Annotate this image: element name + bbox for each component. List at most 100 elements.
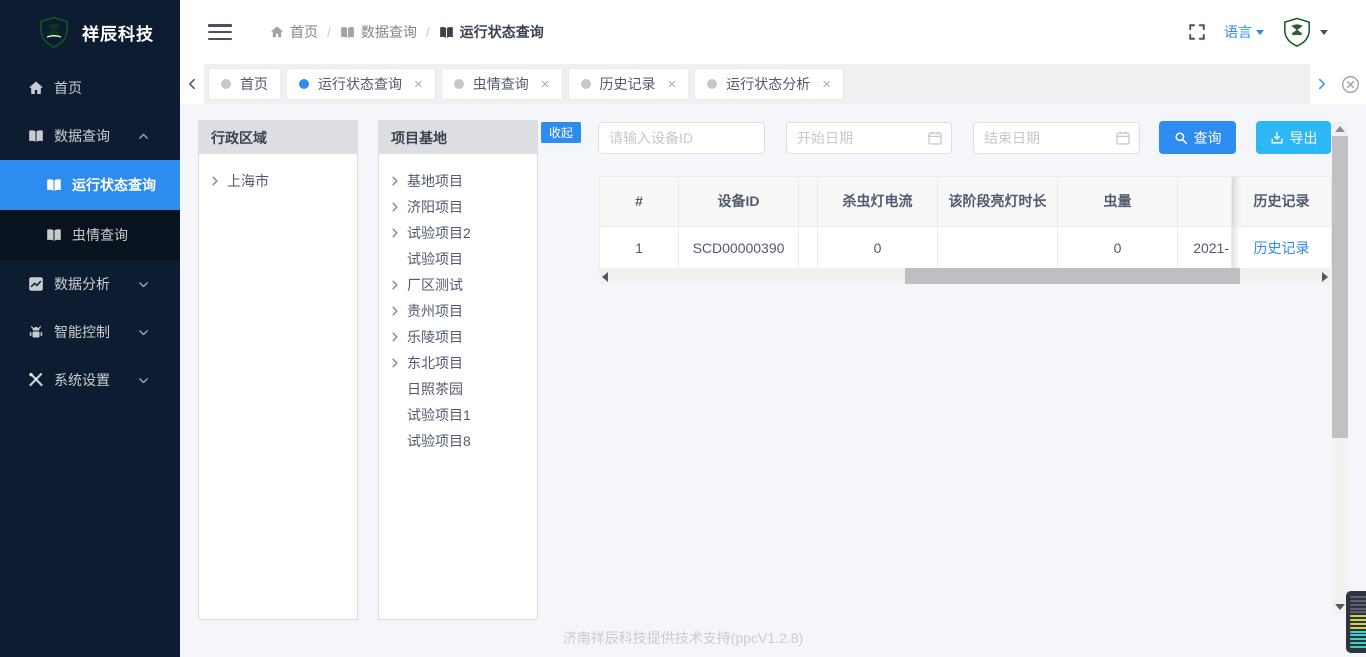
breadcrumb-section[interactable]: 数据查询 bbox=[340, 22, 417, 42]
robot-icon bbox=[28, 324, 44, 340]
fullscreen-icon bbox=[1188, 23, 1206, 41]
stripe bbox=[1350, 596, 1366, 598]
close-icon[interactable] bbox=[414, 77, 423, 92]
sidebar-item-label: 数据查询 bbox=[54, 126, 110, 146]
table-horizontal-scrollbar[interactable] bbox=[599, 268, 1331, 284]
stripe bbox=[1350, 604, 1366, 606]
tree-item-shanghai[interactable]: 上海市 bbox=[209, 168, 347, 194]
tree-item-label: 试验项目 bbox=[407, 249, 463, 269]
tree-item-project[interactable]: 试验项目8 bbox=[389, 428, 527, 454]
tree-item-project[interactable]: 日照茶园 bbox=[389, 376, 527, 402]
cell-partial bbox=[799, 227, 818, 269]
tree-item-project[interactable]: 贵州项目 bbox=[389, 298, 527, 324]
chevron-down-icon bbox=[137, 278, 150, 291]
chevron-down-icon bbox=[137, 374, 150, 387]
horizontal-scrollbar-thumb[interactable] bbox=[905, 268, 1240, 284]
sidebar-item-label: 运行状态查询 bbox=[72, 175, 156, 195]
book-icon bbox=[28, 128, 44, 144]
scroll-right-arrow-icon[interactable] bbox=[1322, 272, 1328, 282]
hamburger-icon bbox=[208, 31, 232, 34]
tab-label: 运行状态分析 bbox=[726, 74, 810, 94]
device-id-input[interactable] bbox=[598, 122, 765, 154]
tab-history[interactable]: 历史记录 bbox=[568, 68, 690, 100]
tree-item-project[interactable]: 试验项目 bbox=[389, 246, 527, 272]
breadcrumb-label: 首页 bbox=[290, 22, 318, 42]
sidebar-item-insect-query[interactable]: 虫情查询 bbox=[0, 210, 180, 260]
tab-run-status-query[interactable]: 运行状态查询 bbox=[286, 68, 436, 100]
tree-item-project[interactable]: 试验项目2 bbox=[389, 220, 527, 246]
scroll-down-arrow-icon[interactable] bbox=[1335, 604, 1345, 610]
home-icon bbox=[28, 80, 44, 96]
project-tree: 基地项目 济阳项目 试验项目2 试验项目 厂区测试 贵州项目 bbox=[379, 154, 537, 468]
vertical-scrollbar[interactable] bbox=[1332, 122, 1348, 614]
tab-dot bbox=[454, 79, 464, 89]
home-icon bbox=[270, 25, 284, 39]
chevron-right-icon bbox=[389, 201, 401, 213]
cell-date: 2021- bbox=[1178, 227, 1232, 269]
tree-item-project[interactable]: 济阳项目 bbox=[389, 194, 527, 220]
close-icon[interactable] bbox=[541, 77, 550, 92]
menu-toggle-button[interactable] bbox=[208, 24, 232, 40]
book-icon bbox=[439, 25, 454, 40]
device-table: # 设备ID 杀虫灯电流 该阶段亮灯时长 虫量 历史记录 1 SCD000003… bbox=[599, 176, 1332, 269]
tree-item-project[interactable]: 基地项目 bbox=[389, 168, 527, 194]
tree-item-project[interactable]: 试验项目1 bbox=[389, 402, 527, 428]
export-button-label: 导出 bbox=[1290, 128, 1318, 148]
sidebar-item-smart-control[interactable]: 智能控制 bbox=[0, 308, 180, 356]
tree-item-label: 厂区测试 bbox=[407, 275, 463, 295]
chevron-down-icon bbox=[1256, 30, 1264, 35]
close-icon[interactable] bbox=[668, 77, 677, 92]
region-tree: 上海市 bbox=[199, 154, 357, 208]
stripe bbox=[1350, 646, 1366, 648]
scroll-up-arrow-icon[interactable] bbox=[1335, 126, 1345, 132]
sidebar-item-data-query[interactable]: 数据查询 bbox=[0, 112, 180, 160]
chevron-right-icon bbox=[389, 357, 401, 369]
hamburger-icon bbox=[208, 38, 232, 41]
hamburger-icon bbox=[208, 24, 232, 27]
tab-bar: 首页 运行状态查询 虫情查询 历史记录 运行状态分析 bbox=[180, 64, 1366, 104]
tree-item-project[interactable]: 厂区测试 bbox=[389, 272, 527, 298]
calendar-icon bbox=[927, 130, 943, 146]
tab-label: 运行状态查询 bbox=[318, 74, 402, 94]
cell-device-id: SCD00000390 bbox=[679, 227, 799, 269]
history-link[interactable]: 历史记录 bbox=[1254, 240, 1310, 256]
tree-item-label: 上海市 bbox=[227, 171, 269, 191]
tab-insect-query[interactable]: 虫情查询 bbox=[441, 68, 563, 100]
close-all-tabs-button[interactable] bbox=[1334, 64, 1366, 104]
brand: 祥辰科技 bbox=[0, 0, 180, 64]
tabs-scroll-left-button[interactable] bbox=[180, 64, 204, 104]
export-button[interactable]: 导出 bbox=[1256, 121, 1331, 154]
tab-home[interactable]: 首页 bbox=[208, 68, 281, 100]
sidebar-item-data-analysis[interactable]: 数据分析 bbox=[0, 260, 180, 308]
sidebar-item-home[interactable]: 首页 bbox=[0, 64, 180, 112]
tree-item-project[interactable]: 乐陵项目 bbox=[389, 324, 527, 350]
sidebar-item-label: 虫情查询 bbox=[72, 225, 128, 245]
book-icon bbox=[46, 227, 62, 243]
fullscreen-button[interactable] bbox=[1188, 23, 1206, 41]
tree-item-project[interactable]: 东北项目 bbox=[389, 350, 527, 376]
tab-run-status-analysis[interactable]: 运行状态分析 bbox=[694, 68, 844, 100]
region-panel-title: 行政区域 bbox=[199, 121, 357, 154]
project-panel: 项目基地 基地项目 济阳项目 试验项目2 试验项目 厂区测试 bbox=[378, 120, 538, 620]
overlay-widget[interactable] bbox=[1346, 591, 1366, 653]
chevron-right-icon bbox=[389, 305, 401, 317]
breadcrumb-home[interactable]: 首页 bbox=[270, 22, 318, 42]
language-menu[interactable]: 语言 bbox=[1224, 22, 1264, 42]
book-icon bbox=[340, 25, 355, 40]
sidebar-item-run-status-query[interactable]: 运行状态查询 bbox=[0, 160, 180, 210]
tabs-scroll-right-button[interactable] bbox=[1310, 64, 1334, 104]
vertical-scrollbar-thumb[interactable] bbox=[1332, 136, 1348, 438]
search-button[interactable]: 查询 bbox=[1159, 121, 1236, 154]
stripe bbox=[1350, 611, 1366, 613]
start-date-field bbox=[786, 122, 952, 154]
close-icon[interactable] bbox=[822, 77, 831, 92]
export-icon bbox=[1270, 131, 1284, 145]
collapse-panels-button[interactable]: 收起 bbox=[541, 122, 581, 143]
sidebar-item-system-settings[interactable]: 系统设置 bbox=[0, 356, 180, 404]
sidebar-item-label: 智能控制 bbox=[54, 322, 110, 342]
stripe bbox=[1350, 615, 1366, 617]
user-menu[interactable] bbox=[1282, 17, 1328, 47]
breadcrumb-label: 数据查询 bbox=[361, 22, 417, 42]
scroll-left-arrow-icon[interactable] bbox=[602, 272, 608, 282]
chevron-down-icon bbox=[137, 326, 150, 339]
